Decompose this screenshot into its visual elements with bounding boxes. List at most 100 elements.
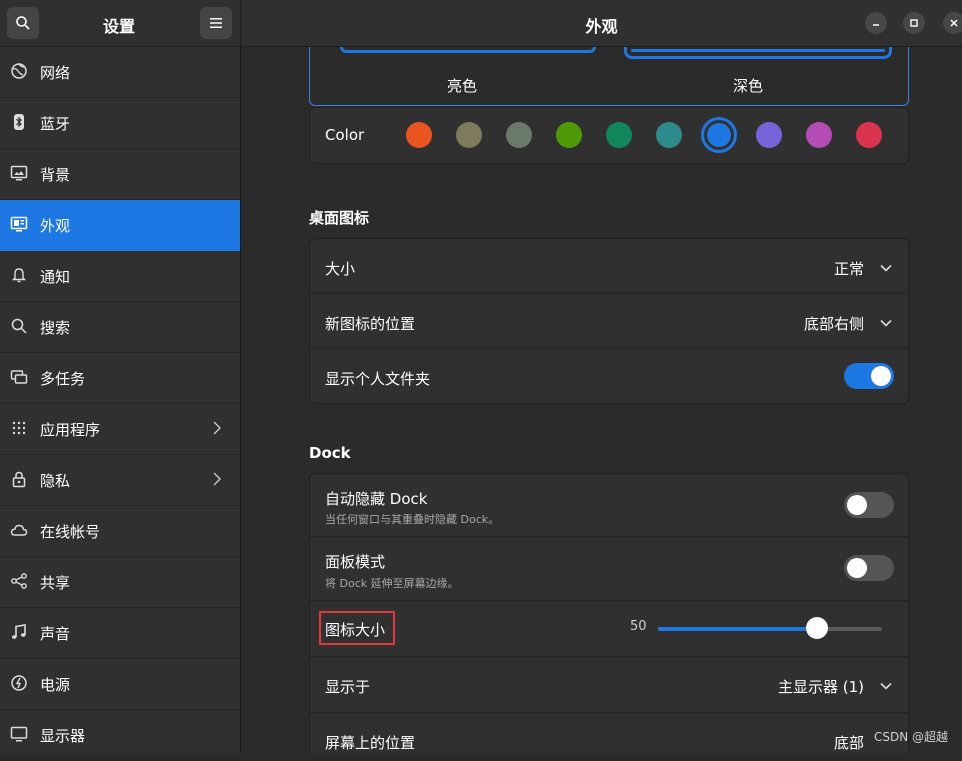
accent-color-swatch[interactable] [856, 122, 882, 148]
sidebar-item-label: 通知 [40, 268, 71, 286]
search-button[interactable] [7, 7, 39, 39]
accent-color-swatch[interactable] [556, 122, 582, 148]
icon-size-dropdown-value[interactable]: 正常 [834, 258, 864, 279]
share-icon [11, 573, 27, 589]
maximize-button[interactable] [903, 12, 925, 34]
multitask-icon [10, 370, 28, 384]
icon-size-label: 大小 [325, 260, 356, 278]
accent-color-swatch[interactable] [456, 122, 482, 148]
accent-color-swatch[interactable] [701, 117, 737, 153]
sidebar-nav: 网络 蓝牙 背景 外观 通知 搜索 多任务 应用程序 隐私 在线帐号 共享 声音… [0, 47, 240, 761]
sidebar-item-multitasking[interactable]: 多任务 [0, 353, 240, 404]
bluetooth-icon [14, 114, 24, 130]
accent-color-swatch[interactable] [506, 122, 532, 148]
icon-size-row[interactable]: 大小 正常 [310, 239, 908, 294]
dock-show-on-label: 显示于 [325, 678, 371, 696]
desktop-icons-title: 桌面图标 [309, 209, 370, 227]
sidebar-item-power[interactable]: 电源 [0, 659, 240, 710]
sidebar-item-online-accounts[interactable]: 在线帐号 [0, 506, 240, 557]
sidebar-item-label: 显示器 [40, 727, 86, 745]
sidebar-item-label: 多任务 [40, 370, 86, 388]
sidebar-item-label: 隐私 [40, 472, 71, 490]
sidebar-item-background[interactable]: 背景 [0, 149, 240, 200]
style-chooser: 亮色 深色 [309, 40, 909, 106]
watermark: CSDN @超越 [873, 730, 948, 744]
dock-section-title: Dock [309, 444, 351, 462]
show-home-folder-row: 显示个人文件夹 [310, 349, 908, 403]
sidebar-item-label: 在线帐号 [40, 523, 101, 541]
dock-icon-size-row: 图标大小 50 [310, 601, 908, 657]
accent-color-swatch[interactable] [606, 122, 632, 148]
minimize-icon [873, 24, 879, 26]
sidebar-item-sharing[interactable]: 共享 [0, 557, 240, 608]
swatch-fill [707, 123, 731, 147]
appearance-icon [10, 216, 28, 232]
background-icon [10, 165, 28, 181]
chevron-right-icon [213, 421, 221, 435]
dock-panel-mode-toggle[interactable] [844, 555, 894, 581]
display-icon [10, 726, 28, 742]
sidebar-item-sound[interactable]: 声音 [0, 608, 240, 659]
new-icon-position-dropdown-value[interactable]: 底部右侧 [804, 313, 864, 334]
accent-color-label: Color [325, 126, 365, 144]
music-note-icon [12, 624, 26, 639]
accent-color-swatch[interactable] [806, 122, 832, 148]
dock-icon-size-value: 50 [630, 619, 647, 634]
main-panel: 亮色 深色 Color 桌面图标 大小 正常 新图标的位置 底部右侧 显示个人文… [241, 0, 962, 753]
dark-style-label: 深色 [733, 77, 764, 95]
globe-icon [11, 63, 27, 79]
sidebar-item-appearance[interactable]: 外观 [0, 200, 240, 251]
chevron-down-icon [880, 319, 892, 327]
sidebar-item-label: 网络 [40, 64, 71, 82]
dock-panel-mode-row: 面板模式 将 Dock 延伸至屏幕边缘。 [310, 537, 908, 601]
sidebar-header: 设置 [0, 0, 240, 47]
search-icon [16, 16, 30, 30]
dock-icon-size-slider[interactable] [658, 627, 882, 631]
sidebar-item-network[interactable]: 网络 [0, 47, 240, 98]
accent-color-swatch[interactable] [406, 122, 432, 148]
sidebar-item-privacy[interactable]: 隐私 [0, 455, 240, 506]
dock-icon-size-label: 图标大小 [325, 621, 386, 639]
dock-panel-mode-label: 面板模式 [325, 553, 386, 571]
chevron-right-icon [213, 472, 221, 486]
accent-color-swatch[interactable] [756, 122, 782, 148]
page-title: 外观 [585, 17, 618, 36]
sidebar-item-applications[interactable]: 应用程序 [0, 404, 240, 455]
sidebar-item-label: 应用程序 [40, 421, 101, 439]
close-button[interactable] [943, 12, 962, 34]
dock-panel-mode-description: 将 Dock 延伸至屏幕边缘。 [325, 577, 459, 590]
show-home-folder-toggle[interactable] [844, 363, 894, 389]
desktop-icons-card: 大小 正常 新图标的位置 底部右侧 显示个人文件夹 [309, 238, 909, 404]
new-icon-position-row[interactable]: 新图标的位置 底部右侧 [310, 294, 908, 349]
maximize-icon [910, 19, 918, 27]
toggle-knob [847, 495, 867, 515]
light-style-label: 亮色 [447, 77, 478, 95]
hamburger-menu-icon [210, 18, 222, 28]
sidebar-item-search[interactable]: 搜索 [0, 302, 240, 353]
sidebar-item-notifications[interactable]: 通知 [0, 251, 240, 302]
dock-screen-position-dropdown-value[interactable]: 底部 [834, 732, 864, 753]
sidebar-item-label: 背景 [40, 166, 71, 184]
slider-handle[interactable] [806, 617, 829, 639]
bell-icon [11, 268, 27, 283]
sidebar-item-label: 外观 [40, 217, 71, 235]
dock-screen-position-row[interactable]: 屏幕上的位置 底部 [310, 713, 908, 753]
accent-color-row: Color [309, 107, 909, 164]
dock-show-on-row[interactable]: 显示于 主显示器 (1) [310, 657, 908, 713]
dock-autohide-toggle[interactable] [844, 492, 894, 518]
minimize-button[interactable] [865, 12, 887, 34]
main-menu-button[interactable] [200, 7, 232, 39]
new-icon-position-label: 新图标的位置 [325, 315, 416, 333]
sidebar-item-label: 蓝牙 [40, 115, 71, 133]
dock-show-on-dropdown-value[interactable]: 主显示器 (1) [778, 676, 864, 697]
accent-color-swatch[interactable] [656, 122, 682, 148]
dock-autohide-description: 当任何窗口与其重叠时隐藏 Dock。 [325, 513, 500, 526]
toggle-knob [871, 366, 891, 386]
chevron-down-icon [880, 264, 892, 272]
sidebar-item-bluetooth[interactable]: 蓝牙 [0, 98, 240, 149]
show-home-folder-label: 显示个人文件夹 [325, 370, 431, 388]
dock-autohide-label: 自动隐藏 Dock [325, 490, 428, 508]
close-icon [950, 19, 958, 27]
power-icon [11, 675, 27, 691]
sidebar-item-displays[interactable]: 显示器 [0, 710, 240, 761]
